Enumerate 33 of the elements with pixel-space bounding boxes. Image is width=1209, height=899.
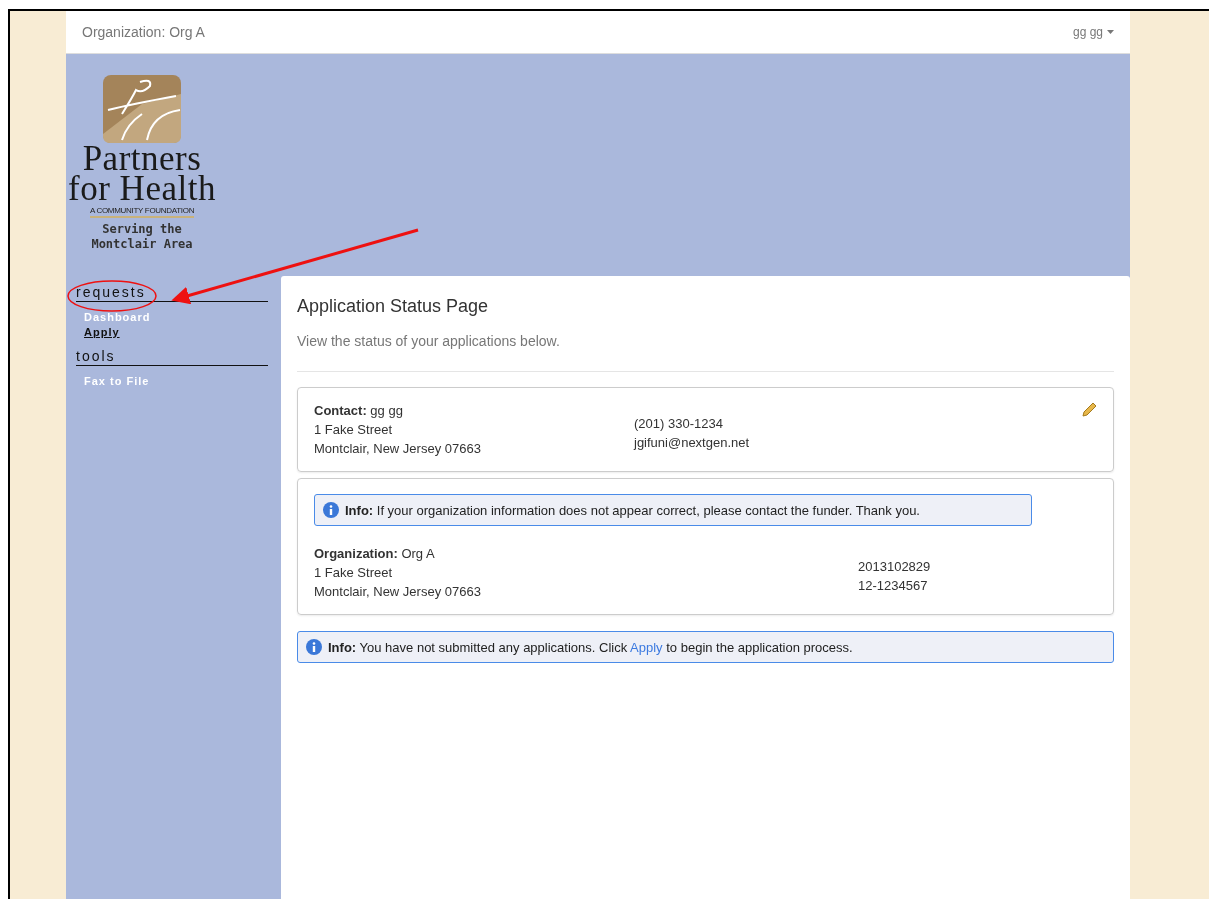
logo-subtitle: Serving the — [102, 222, 182, 237]
logo-text: Partners — [82, 144, 202, 174]
logo-icon — [102, 74, 182, 144]
sidebar-section-title: tools — [76, 348, 268, 366]
sidebar-link[interactable]: Dashboard — [84, 311, 151, 323]
phone-number: (201) 330-1234 — [634, 416, 724, 431]
address-line: Montclair, New Jersey 07663 — [314, 441, 482, 456]
address-line: Montclair, New Jersey 07663 — [314, 584, 482, 599]
address-line: 1 Fake Street — [314, 565, 394, 580]
organization-label: Organization: Org A — [82, 24, 205, 40]
info-icon — [306, 639, 322, 655]
page-title: Application Status Page — [297, 296, 490, 317]
organization-number: 12-1234567 — [858, 578, 929, 593]
caret-icon — [1107, 30, 1114, 34]
apply-link[interactable]: Apply — [630, 639, 663, 655]
alert-text: Info: If your organization information does not appear correct, please contact the funder. Thank you. — [345, 502, 920, 518]
sidebar-link[interactable]: Fax to File — [84, 375, 150, 387]
contact-name: Contact: gg gg — [314, 403, 404, 418]
email-address: jgifuni@nextgen.net — [634, 435, 751, 450]
organization-number: 2013102829 — [858, 559, 932, 574]
address-line: 1 Fake Street — [314, 422, 394, 437]
pencil-icon — [1081, 402, 1097, 418]
logo-subtitle: Montclair Area — [91, 237, 193, 252]
edit-button[interactable] — [1081, 402, 1097, 418]
sidebar-link[interactable]: Apply — [84, 326, 120, 338]
page-subtitle: View the status of your applications below. — [297, 333, 561, 349]
info-icon — [323, 502, 339, 518]
user-menu[interactable]: gg gg — [1072, 25, 1114, 39]
logo-text: for Health — [68, 174, 216, 204]
alert-text: Info: You have not submitted any applications. Click Apply to begin the application process. — [328, 639, 853, 655]
sidebar-section-title: requests — [76, 284, 268, 302]
logo-tagline: A COMMUNITY FOUNDATION — [89, 206, 195, 218]
organization-name: Organization: Org A — [314, 546, 436, 561]
